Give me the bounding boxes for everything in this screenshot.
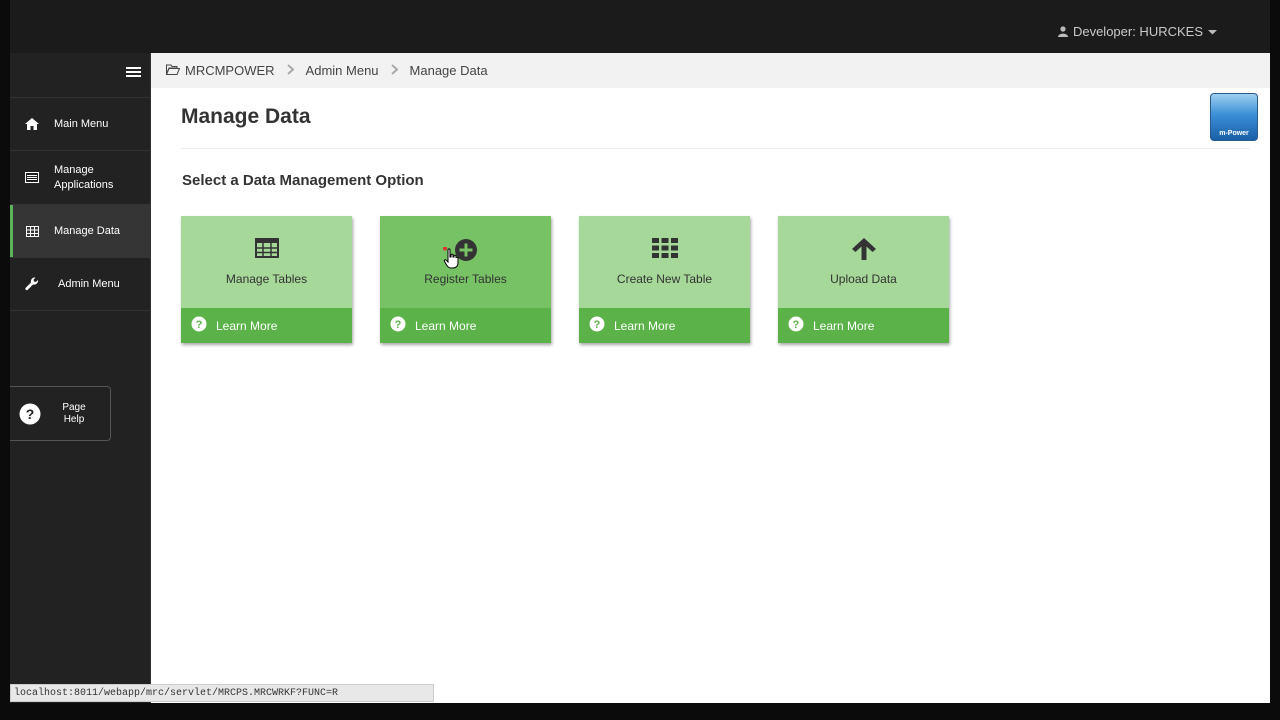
- card-label: Create New Table: [616, 272, 713, 286]
- wrench-icon: [10, 277, 54, 291]
- sidebar-item-admin-menu[interactable]: Admin Menu: [10, 258, 150, 311]
- chevron-right-icon: [286, 63, 295, 78]
- option-cards: Manage Tables ? Learn More Register Tabl…: [181, 216, 949, 343]
- user-menu[interactable]: Developer: HURCKES: [1057, 24, 1217, 39]
- learn-more-link[interactable]: ? Learn More: [778, 308, 949, 343]
- app-window: Developer: HURCKES Main Menu Manage Appl…: [10, 0, 1270, 703]
- sidebar-item-label: Manage Data: [54, 225, 121, 237]
- question-circle-icon: ?: [788, 316, 804, 335]
- breadcrumb-admin-menu[interactable]: Admin Menu: [306, 63, 379, 78]
- card-manage-tables[interactable]: Manage Tables ? Learn More: [181, 216, 352, 343]
- caret-down-icon: [1208, 29, 1217, 35]
- learn-more-link[interactable]: ? Learn More: [181, 308, 352, 343]
- sidebar-item-label: Admin Menu: [58, 278, 120, 290]
- folder-open-icon: [165, 63, 181, 78]
- learn-more-label: Learn More: [813, 318, 875, 333]
- home-icon: [10, 118, 54, 130]
- learn-more-label: Learn More: [614, 318, 676, 333]
- card-label: Manage Tables: [225, 272, 308, 286]
- card-label: Upload Data: [830, 272, 897, 286]
- list-icon: [10, 172, 54, 183]
- sidebar-item-manage-applications[interactable]: Manage Applications: [10, 151, 150, 205]
- section-subtitle: Select a Data Management Option: [182, 172, 424, 189]
- learn-more-label: Learn More: [216, 318, 278, 333]
- sidebar-toggle[interactable]: [10, 53, 150, 98]
- breadcrumb-root[interactable]: MRCMPOWER: [165, 63, 275, 78]
- learn-more-label: Learn More: [415, 318, 477, 333]
- chevron-right-icon: [390, 63, 399, 78]
- arrow-up-icon: [851, 238, 876, 265]
- sidebar-item-label: Manage Applications: [54, 163, 114, 191]
- question-circle-icon: ?: [10, 403, 50, 425]
- sidebar-item-main-menu[interactable]: Main Menu: [10, 98, 150, 151]
- page-title: Manage Data: [181, 105, 311, 128]
- top-navbar: Developer: HURCKES: [10, 0, 1270, 53]
- user-label: Developer: HURCKES: [1072, 24, 1203, 39]
- screen-bottom-edge: [0, 703, 1280, 720]
- page-help-button[interactable]: ? Page Help: [10, 386, 111, 441]
- hand-cursor-icon: [443, 246, 459, 274]
- svg-text:?: ?: [26, 406, 35, 422]
- breadcrumb: MRCMPOWER Admin Menu Manage Data: [151, 53, 1270, 88]
- question-circle-icon: ?: [191, 316, 207, 335]
- sidebar: Main Menu Manage Applications Manage Dat…: [10, 53, 151, 703]
- mpower-logo: m-Power: [1210, 93, 1258, 141]
- table-icon: [254, 238, 279, 263]
- question-circle-icon: ?: [390, 316, 406, 335]
- sidebar-item-manage-data[interactable]: Manage Data: [10, 205, 150, 258]
- card-upload-data[interactable]: Upload Data ? Learn More: [778, 216, 949, 343]
- hamburger-icon[interactable]: [126, 67, 141, 79]
- svg-text:?: ?: [196, 319, 203, 331]
- help-label-line2: Help: [63, 413, 85, 425]
- card-create-new-table[interactable]: Create New Table ? Learn More: [579, 216, 750, 343]
- card-register-tables[interactable]: Register Tables ? Learn More: [380, 216, 551, 343]
- svg-text:?: ?: [793, 319, 800, 331]
- question-circle-icon: ?: [589, 316, 605, 335]
- sidebar-item-label: Main Menu: [54, 118, 109, 130]
- help-label-line1: Page: [62, 401, 86, 413]
- grid-icon: [651, 238, 678, 263]
- logo-text: m-Power: [1219, 130, 1249, 137]
- breadcrumb-root-label: MRCMPOWER: [185, 63, 275, 78]
- browser-status-bar: localhost:8011/webapp/mrc/servlet/MRCPS.…: [10, 684, 434, 702]
- table-icon: [10, 225, 54, 237]
- learn-more-link[interactable]: ? Learn More: [579, 308, 750, 343]
- main-content: MRCMPOWER Admin Menu Manage Data Manage …: [151, 53, 1270, 703]
- user-icon: [1057, 26, 1068, 37]
- svg-text:?: ?: [594, 319, 601, 331]
- title-divider: [181, 148, 1250, 149]
- learn-more-link[interactable]: ? Learn More: [380, 308, 551, 343]
- card-label: Register Tables: [424, 272, 507, 286]
- breadcrumb-current: Manage Data: [409, 63, 488, 78]
- svg-text:?: ?: [395, 319, 402, 331]
